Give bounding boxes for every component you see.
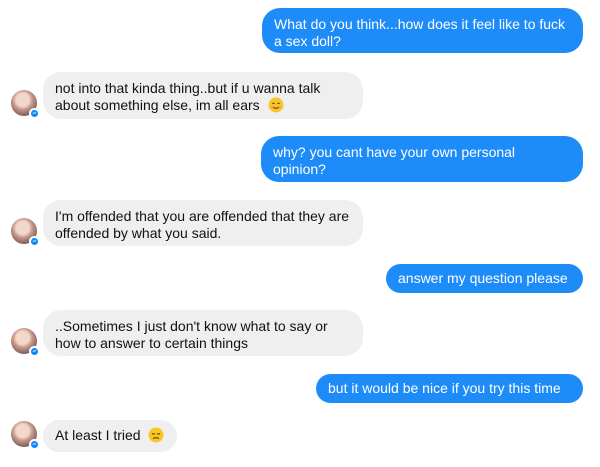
contact-avatar[interactable] <box>11 90 40 119</box>
message-text: At least I tried <box>55 427 141 443</box>
incoming-message[interactable]: I'm offended that you are offended that … <box>43 200 363 246</box>
messenger-badge-icon <box>29 346 40 357</box>
message-text: but it would be nice if you try this tim… <box>328 380 561 396</box>
outgoing-message[interactable]: What do you think...how does it feel lik… <box>262 8 583 53</box>
message-text: What do you think...how does it feel lik… <box>274 16 566 49</box>
contact-avatar[interactable] <box>11 421 40 450</box>
contact-avatar[interactable] <box>11 218 40 247</box>
message-text: I'm offended that you are offended that … <box>55 208 350 241</box>
messenger-badge-icon <box>29 236 40 247</box>
incoming-message[interactable]: not into that kinda thing..but if u wann… <box>43 72 363 119</box>
contact-avatar[interactable] <box>11 328 40 357</box>
message-text: answer my question please <box>398 270 568 286</box>
outgoing-message[interactable]: but it would be nice if you try this tim… <box>316 374 583 403</box>
message-thread: What do you think...how does it feel lik… <box>0 0 600 467</box>
smiling-face-icon <box>268 97 284 113</box>
message-text: why? you cant have your own personal opi… <box>273 144 516 177</box>
incoming-message[interactable]: At least I tried <box>43 420 177 452</box>
messenger-badge-icon <box>29 439 40 450</box>
incoming-message[interactable]: ..Sometimes I just don't know what to sa… <box>43 310 363 356</box>
outgoing-message[interactable]: why? you cant have your own personal opi… <box>261 136 583 182</box>
messenger-badge-icon <box>29 108 40 119</box>
disappointed-face-icon <box>148 427 164 443</box>
outgoing-message[interactable]: answer my question please <box>386 264 583 293</box>
message-text: ..Sometimes I just don't know what to sa… <box>55 318 328 351</box>
